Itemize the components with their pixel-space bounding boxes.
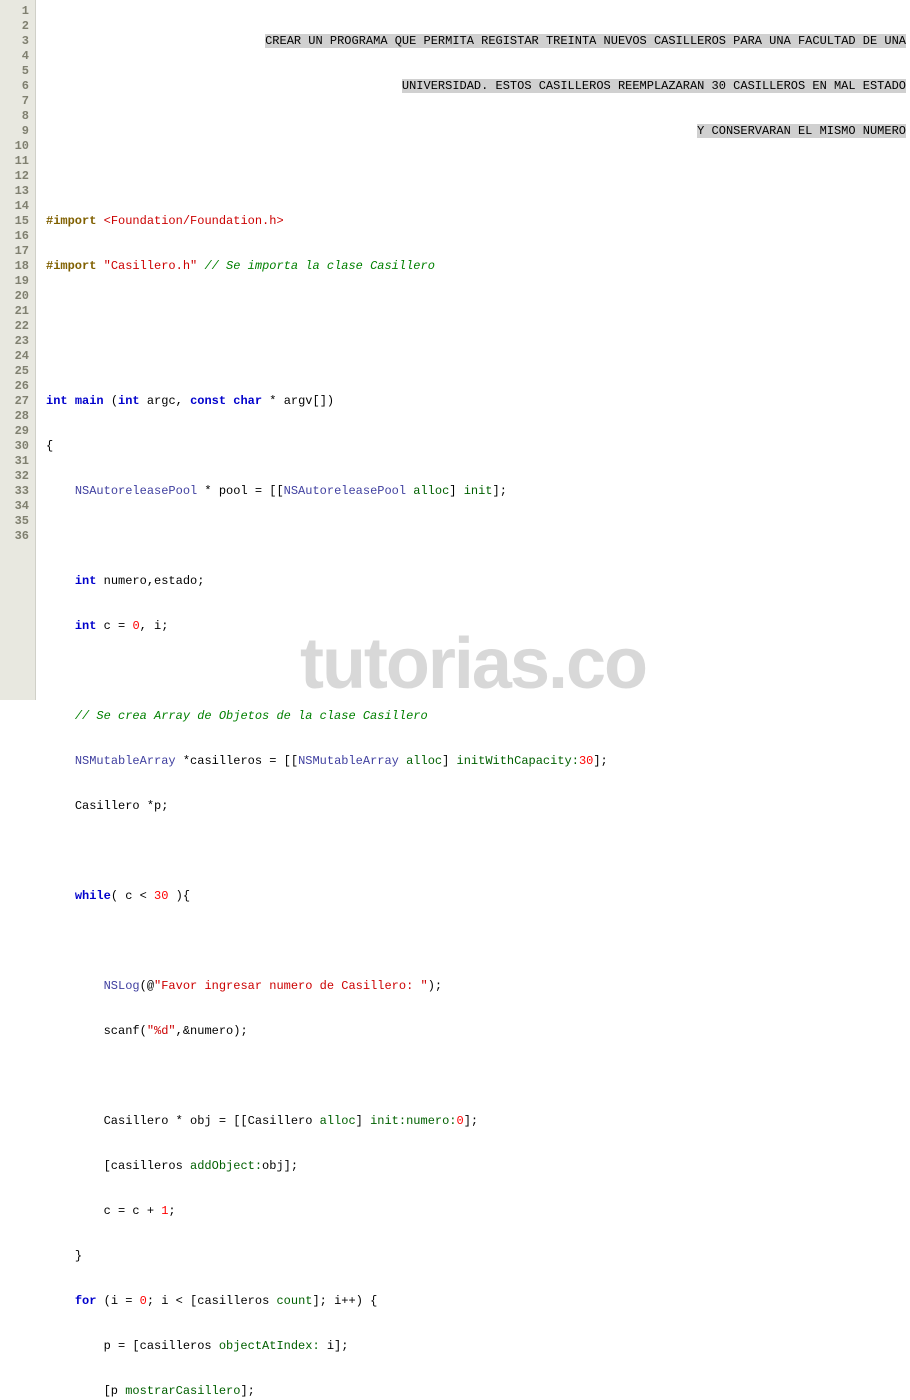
code-line: { [46, 439, 910, 454]
code-line: int main (int argc, const char * argv[]) [46, 394, 910, 409]
line-number: 23 [0, 334, 29, 349]
code-line [46, 169, 910, 184]
line-number-gutter: 1 2 3 4 5 6 7 8 9 10 11 12 13 14 15 16 1… [0, 0, 36, 700]
code-line: [casilleros addObject:obj]; [46, 1159, 910, 1174]
line-number: 6 [0, 79, 29, 94]
line-number: 1 [0, 4, 29, 19]
line-number: 8 [0, 109, 29, 124]
line-number: 33 [0, 484, 29, 499]
line-number: 11 [0, 154, 29, 169]
code-line: while( c < 30 ){ [46, 889, 910, 904]
code-line: #import "Casillero.h" // Se importa la c… [46, 259, 910, 274]
line-number: 16 [0, 229, 29, 244]
line-number: 5 [0, 64, 29, 79]
line-number: 13 [0, 184, 29, 199]
line-number: 22 [0, 319, 29, 334]
line-number: 20 [0, 289, 29, 304]
line-number: 24 [0, 349, 29, 364]
line-number: 35 [0, 514, 29, 529]
code-line: NSMutableArray *casilleros = [[NSMutable… [46, 754, 910, 769]
code-editor: 1 2 3 4 5 6 7 8 9 10 11 12 13 14 15 16 1… [0, 0, 910, 700]
line-number: 26 [0, 379, 29, 394]
line-number: 31 [0, 454, 29, 469]
line-number: 19 [0, 274, 29, 289]
line-number: 32 [0, 469, 29, 484]
code-line [46, 304, 910, 319]
line-number: 29 [0, 424, 29, 439]
code-line [46, 1069, 910, 1084]
line-number: 21 [0, 304, 29, 319]
line-number: 4 [0, 49, 29, 64]
code-line [46, 529, 910, 544]
code-line: for (i = 0; i < [casilleros count]; i++)… [46, 1294, 910, 1309]
code-line: p = [casilleros objectAtIndex: i]; [46, 1339, 910, 1354]
line-number: 28 [0, 409, 29, 424]
code-line: // Se crea Array de Objetos de la clase … [46, 709, 910, 724]
line-number: 14 [0, 199, 29, 214]
line-number: 9 [0, 124, 29, 139]
code-line: #import <Foundation/Foundation.h> [46, 214, 910, 229]
code-line [46, 934, 910, 949]
code-line: c = c + 1; [46, 1204, 910, 1219]
code-line: [p mostrarCasillero]; [46, 1384, 910, 1399]
code-line: int c = 0, i; [46, 619, 910, 634]
line-number: 27 [0, 394, 29, 409]
code-line [46, 664, 910, 679]
line-number: 2 [0, 19, 29, 34]
line-number: 36 [0, 529, 29, 544]
code-line: scanf("%d",&numero); [46, 1024, 910, 1039]
code-line [46, 844, 910, 859]
line-number: 34 [0, 499, 29, 514]
code-area[interactable]: CREAR UN PROGRAMA QUE PERMITA REGISTAR T… [36, 0, 910, 700]
line-number: 12 [0, 169, 29, 184]
line-number: 25 [0, 364, 29, 379]
code-line: NSAutoreleasePool * pool = [[NSAutorelea… [46, 484, 910, 499]
header-comment-line: UNIVERSIDAD. ESTOS CASILLEROS REEMPLAZAR… [46, 79, 910, 94]
line-number: 10 [0, 139, 29, 154]
code-line: } [46, 1249, 910, 1264]
code-line: Casillero * obj = [[Casillero alloc] ini… [46, 1114, 910, 1129]
line-number: 18 [0, 259, 29, 274]
line-number: 17 [0, 244, 29, 259]
code-line [46, 349, 910, 364]
code-line: Casillero *p; [46, 799, 910, 814]
header-comment-line: CREAR UN PROGRAMA QUE PERMITA REGISTAR T… [46, 34, 910, 49]
line-number: 30 [0, 439, 29, 454]
code-line: NSLog(@"Favor ingresar numero de Casille… [46, 979, 910, 994]
code-line: int numero,estado; [46, 574, 910, 589]
line-number: 7 [0, 94, 29, 109]
line-number: 3 [0, 34, 29, 49]
header-comment-line: Y CONSERVARAN EL MISMO NUMERO [46, 124, 910, 139]
line-number: 15 [0, 214, 29, 229]
